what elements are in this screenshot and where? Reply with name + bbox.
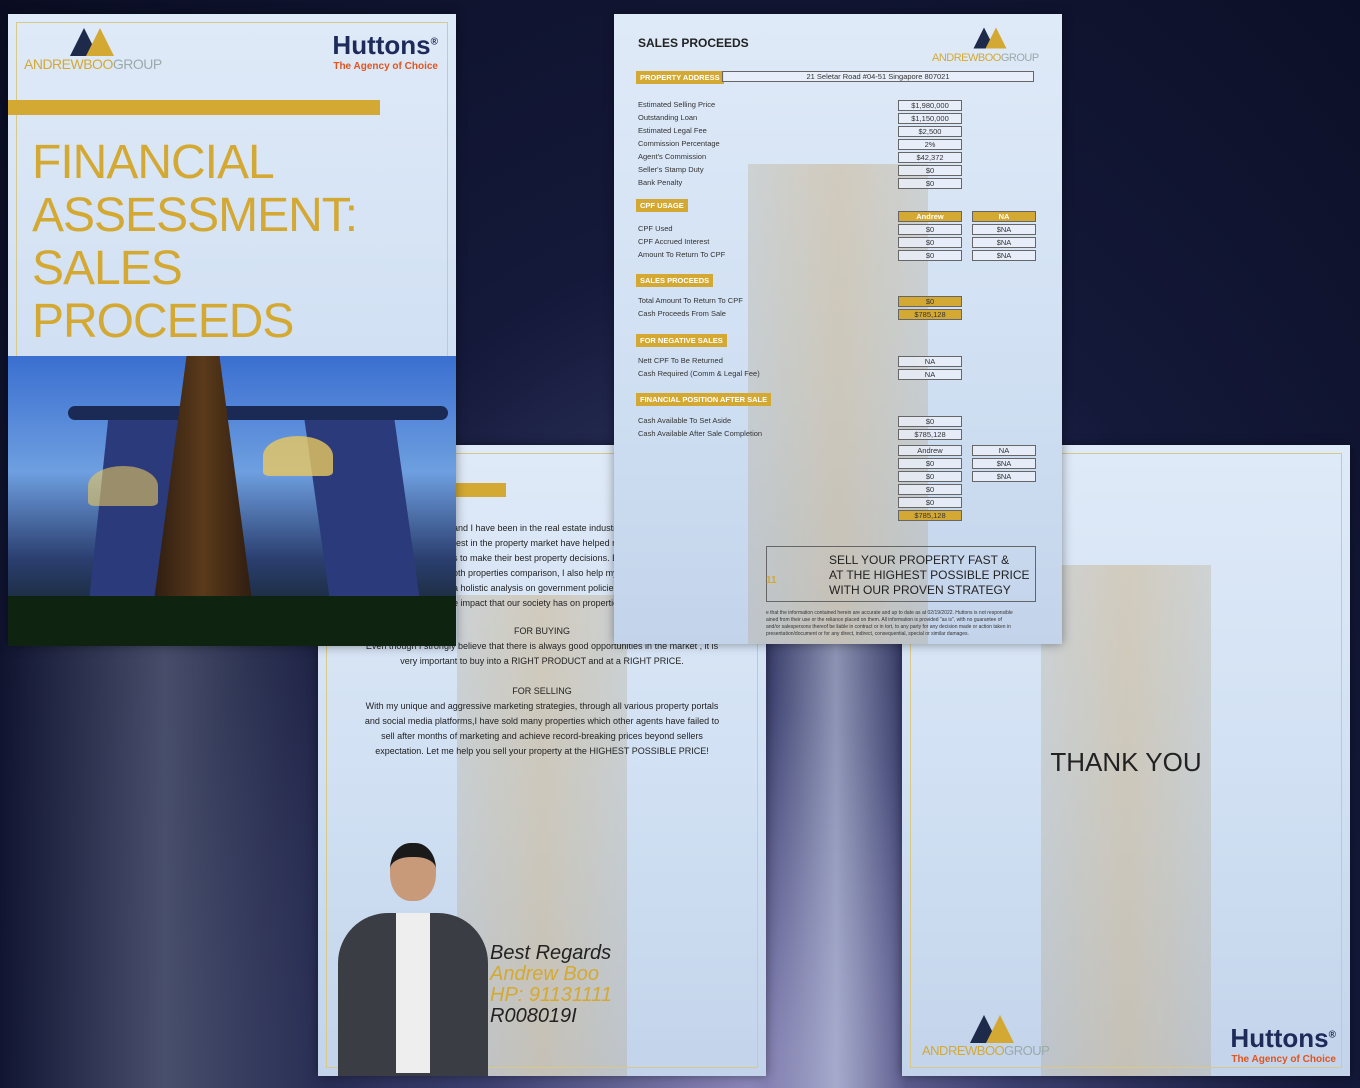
position-value: $NA: [972, 458, 1036, 469]
regards: Best Regards: [490, 942, 612, 964]
section-heading: FOR NEGATIVE SALES: [636, 334, 727, 347]
row-value: $1,150,000: [898, 113, 962, 124]
huttons-logo: Huttons® The Agency of Choice: [332, 30, 438, 72]
row-label: Cash Required (Comm & Legal Fee): [638, 369, 760, 378]
sales-proceeds-page: SALES PROCEEDS ANDREWBOOGROUP PROPERTY A…: [614, 14, 1062, 644]
row-value: $0: [898, 237, 962, 248]
selling-line: sell after months of marketing and achie…: [381, 731, 703, 741]
section-heading: CPF USAGE: [636, 199, 688, 212]
row-value: $0: [898, 416, 962, 427]
cover-title: FINANCIAL ASSESSMENT: SALES PROCEEDS: [32, 136, 358, 348]
disclaimer: e that the information contained herein …: [766, 610, 1013, 637]
cover-photo: [8, 356, 456, 646]
column-header: Andrew: [898, 445, 962, 456]
selling-line: With my unique and aggressive marketing …: [365, 701, 719, 711]
position-value: $NA: [972, 471, 1036, 482]
partial-number: 11: [766, 575, 777, 586]
row-value: $0: [898, 250, 962, 261]
agent-name: Andrew Boo: [490, 963, 599, 985]
buying-line: very important to buy into a RIGHT PRODU…: [400, 656, 684, 666]
row-value: NA: [898, 356, 962, 367]
row-label: Bank Penalty: [638, 178, 683, 187]
andrewboo-logo: ANDREWBOOGROUP: [932, 24, 1039, 64]
position-value: $0: [898, 471, 962, 482]
huttons-logo: Huttons® The Agency of Choice: [1230, 1023, 1336, 1065]
andrewboo-logo: ANDREWBOOGROUP: [24, 28, 162, 72]
row-value: $2,500: [898, 126, 962, 137]
row-label: Cash Available After Sale Completion: [638, 429, 763, 438]
row-label: Agent's Commission: [638, 152, 707, 161]
agent-phone: HP: 91131111: [490, 984, 612, 1006]
row-value: $42,372: [898, 152, 962, 163]
agent-reg-no: R008019I: [490, 1005, 577, 1027]
row-value: $785,128: [898, 309, 962, 320]
row-label: Total Amount To Return To CPF: [638, 296, 743, 305]
row-label: Nett CPF To Be Returned: [638, 356, 723, 365]
row-value: $NA: [972, 237, 1036, 248]
column-header: NA: [972, 211, 1036, 222]
row-value: 2%: [898, 139, 962, 150]
andrewboo-logo: ANDREWBOOGROUP: [922, 1015, 1050, 1058]
position-value: $785,128: [898, 510, 962, 521]
section-heading: FINANCIAL POSITION AFTER SALE: [636, 393, 772, 406]
row-value: $NA: [972, 224, 1036, 235]
thank-you-text: THANK YOU: [1050, 747, 1202, 777]
gold-bar: [8, 100, 380, 115]
row-label: CPF Accrued Interest: [638, 237, 710, 246]
gold-bar: [448, 483, 506, 497]
position-value: $0: [898, 497, 962, 508]
selling-line: and social media platforms,I have sold m…: [364, 716, 720, 726]
selling-heading: FOR SELLING: [512, 686, 572, 696]
property-address-label: PROPERTY ADDRESS: [636, 71, 724, 84]
row-label: Outstanding Loan: [638, 113, 698, 122]
row-label: Commission Percentage: [638, 139, 720, 148]
row-label: Cash Proceeds From Sale: [638, 309, 726, 318]
row-value: $1,980,000: [898, 100, 962, 111]
row-label: Estimated Legal Fee: [638, 126, 707, 135]
sales-title: SALES PROCEEDS: [638, 36, 749, 50]
row-value: $NA: [972, 250, 1036, 261]
row-label: Cash Available To Set Aside: [638, 416, 732, 425]
row-value: $785,128: [898, 429, 962, 440]
row-label: Estimated Selling Price: [638, 100, 716, 109]
row-value: $0: [898, 296, 962, 307]
section-heading: SALES PROCEEDS: [636, 274, 714, 287]
row-label: CPF Used: [638, 224, 673, 233]
row-value: $0: [898, 165, 962, 176]
row-value: $0: [898, 178, 962, 189]
row-value: $0: [898, 224, 962, 235]
column-header: NA: [972, 445, 1036, 456]
cover-page: ANDREWBOOGROUP Huttons® The Agency of Ch…: [8, 14, 456, 646]
position-value: $0: [898, 484, 962, 495]
row-label: Seller's Stamp Duty: [638, 165, 704, 174]
row-value: NA: [898, 369, 962, 380]
position-value: $0: [898, 458, 962, 469]
column-header: Andrew: [898, 211, 962, 222]
row-label: Amount To Return To CPF: [638, 250, 726, 259]
slogan-box: SELL YOUR PROPERTY FAST & AT THE HIGHEST …: [766, 546, 1036, 602]
agent-photo: [338, 843, 488, 1076]
property-address-field: 21 Seletar Road #04-51 Singapore 807021: [722, 71, 1034, 82]
selling-line: expectation. Let me help you sell your p…: [375, 746, 709, 756]
